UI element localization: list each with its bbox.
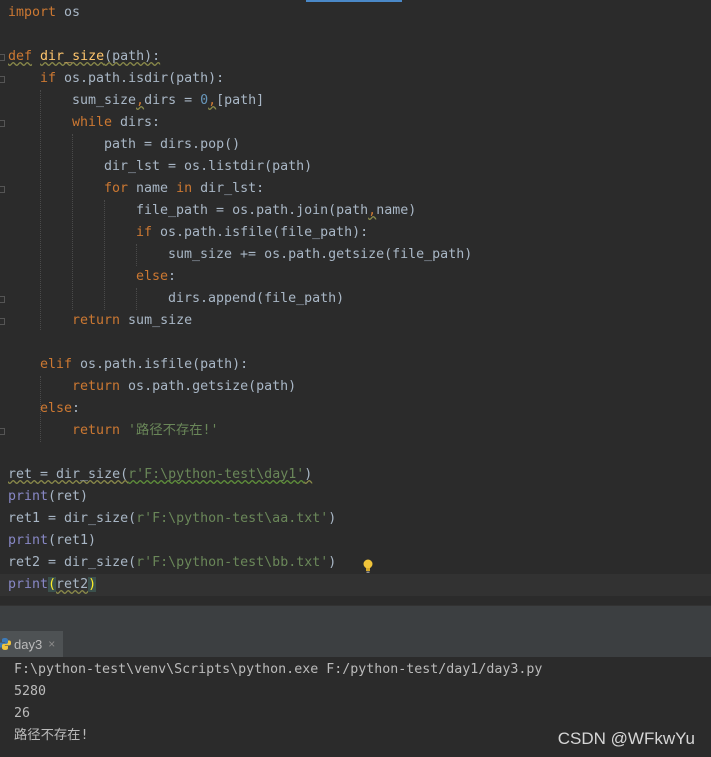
fold-marker[interactable]: [0, 54, 5, 61]
code-line-19[interactable]: else:: [40, 398, 80, 420]
fold-marker[interactable]: [0, 120, 5, 127]
code-line-20[interactable]: return '路径不存在!': [72, 420, 219, 442]
console-output-line: 路径不存在!: [14, 728, 89, 743]
console-command-line: F:\python-test\venv\Scripts\python.exe F…: [14, 662, 543, 677]
close-icon[interactable]: ×: [48, 637, 55, 651]
fold-marker[interactable]: [0, 296, 5, 303]
watermark: CSDN @WFkwYu: [557, 729, 695, 748]
console-output-line: 5280: [14, 684, 47, 699]
active-tab-indicator: [306, 0, 402, 2]
indent-guide: [40, 90, 41, 330]
function-name: dir_size: [40, 49, 105, 64]
code-line-23[interactable]: print(ret): [8, 486, 88, 508]
code-line-14[interactable]: dirs.append(file_path): [168, 288, 344, 310]
code-line-1[interactable]: import os: [8, 2, 80, 24]
code-line-22[interactable]: ret = dir_size(r'F:\python-test\day1'): [8, 464, 312, 486]
code-line-11[interactable]: if os.path.isfile(file_path):: [136, 222, 368, 244]
code-line-5[interactable]: sum_size,dirs = 0,[path]: [72, 90, 264, 112]
code-line-7[interactable]: path = dirs.pop(): [104, 134, 240, 156]
code-line-18[interactable]: return os.path.getsize(path): [72, 376, 296, 398]
lightbulb-icon[interactable]: [362, 558, 374, 574]
code-line-12[interactable]: sum_size += os.path.getsize(file_path): [168, 244, 472, 266]
code-line-15[interactable]: return sum_size: [72, 310, 192, 332]
code-line-13[interactable]: else:: [136, 266, 176, 288]
console-output-line: 26: [14, 706, 31, 721]
code-line-26[interactable]: ret2 = dir_size(r'F:\python-test\bb.txt'…: [8, 552, 336, 574]
indent-guide: [136, 288, 137, 310]
code-line-24[interactable]: ret1 = dir_size(r'F:\python-test\aa.txt'…: [8, 508, 336, 530]
run-tab-day3[interactable]: day3 ×: [0, 631, 64, 657]
code-line-6[interactable]: while dirs:: [72, 112, 160, 134]
indent-guide: [104, 200, 105, 310]
code-editor[interactable]: import os def dir_size(path): if os.path…: [0, 0, 711, 605]
code-line-3[interactable]: def dir_size(path):: [8, 46, 160, 68]
fold-marker[interactable]: [0, 76, 5, 83]
fold-marker[interactable]: [0, 318, 5, 325]
fold-marker[interactable]: [0, 186, 5, 193]
code-line-25[interactable]: print(ret1): [8, 530, 96, 552]
code-line-4[interactable]: if os.path.isdir(path):: [40, 68, 224, 90]
panel-splitter[interactable]: [0, 605, 711, 632]
python-icon: [0, 638, 11, 650]
matched-brace: (: [48, 577, 57, 592]
matched-brace: ): [88, 577, 97, 592]
code-line-27[interactable]: print(ret2): [8, 574, 97, 596]
current-line-highlight: [0, 574, 711, 596]
code-line-10[interactable]: file_path = os.path.join(path,name): [136, 200, 416, 222]
run-tool-window-header: day3 ×: [0, 631, 711, 658]
fold-marker[interactable]: [0, 428, 5, 435]
code-line-8[interactable]: dir_lst = os.listdir(path): [104, 156, 312, 178]
run-tab-label: day3: [14, 636, 43, 652]
indent-guide: [136, 244, 137, 266]
indent-guide: [72, 134, 73, 310]
keyword: def: [8, 49, 33, 64]
code-line-9[interactable]: for name in dir_lst:: [104, 178, 264, 200]
code-line-17[interactable]: elif os.path.isfile(path):: [40, 354, 248, 376]
keyword: import: [8, 5, 57, 20]
